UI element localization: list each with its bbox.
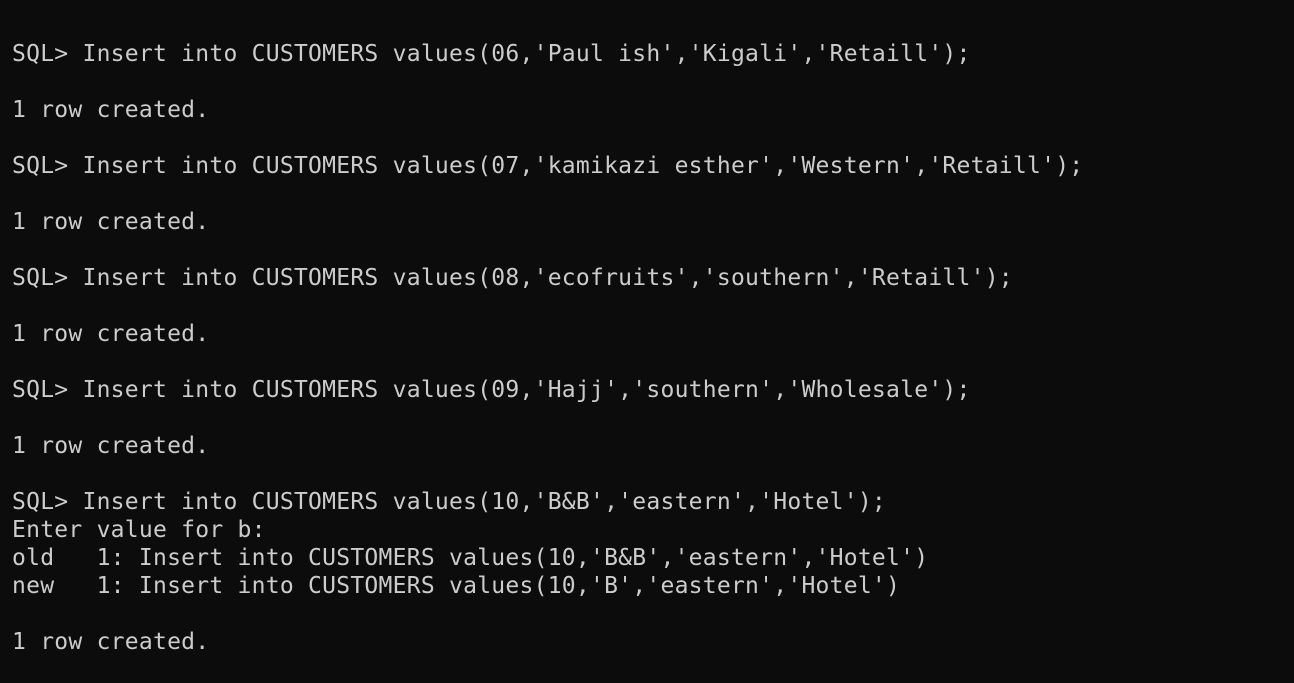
sql-command-line: SQL> Insert into CUSTOMERS values(09,'Ha…	[12, 377, 971, 403]
terminal-output[interactable]: SQL> Insert into CUSTOMERS values(06,'Pa…	[0, 0, 1294, 683]
substitution-old-line: old 1: Insert into CUSTOMERS values(10,'…	[12, 545, 929, 571]
substitution-new-line: new 1: Insert into CUSTOMERS values(10,'…	[12, 573, 901, 599]
sql-command-line: SQL> Insert into CUSTOMERS values(07,'ka…	[12, 153, 1084, 179]
output-line: 1 row created.	[12, 209, 210, 235]
sql-command-line: SQL> Insert into CUSTOMERS values(08,'ec…	[12, 265, 1013, 291]
sql-command-line: SQL> Insert into CUSTOMERS values(06,'Pa…	[12, 41, 971, 67]
prompt-line: Enter value for b:	[12, 517, 266, 543]
output-line: 1 row created.	[12, 97, 210, 123]
output-line: 1 row created.	[12, 321, 210, 347]
output-line: 1 row created.	[12, 433, 210, 459]
sql-command-line: SQL> Insert into CUSTOMERS values(10,'B&…	[12, 489, 887, 515]
output-line: 1 row created.	[12, 629, 210, 655]
